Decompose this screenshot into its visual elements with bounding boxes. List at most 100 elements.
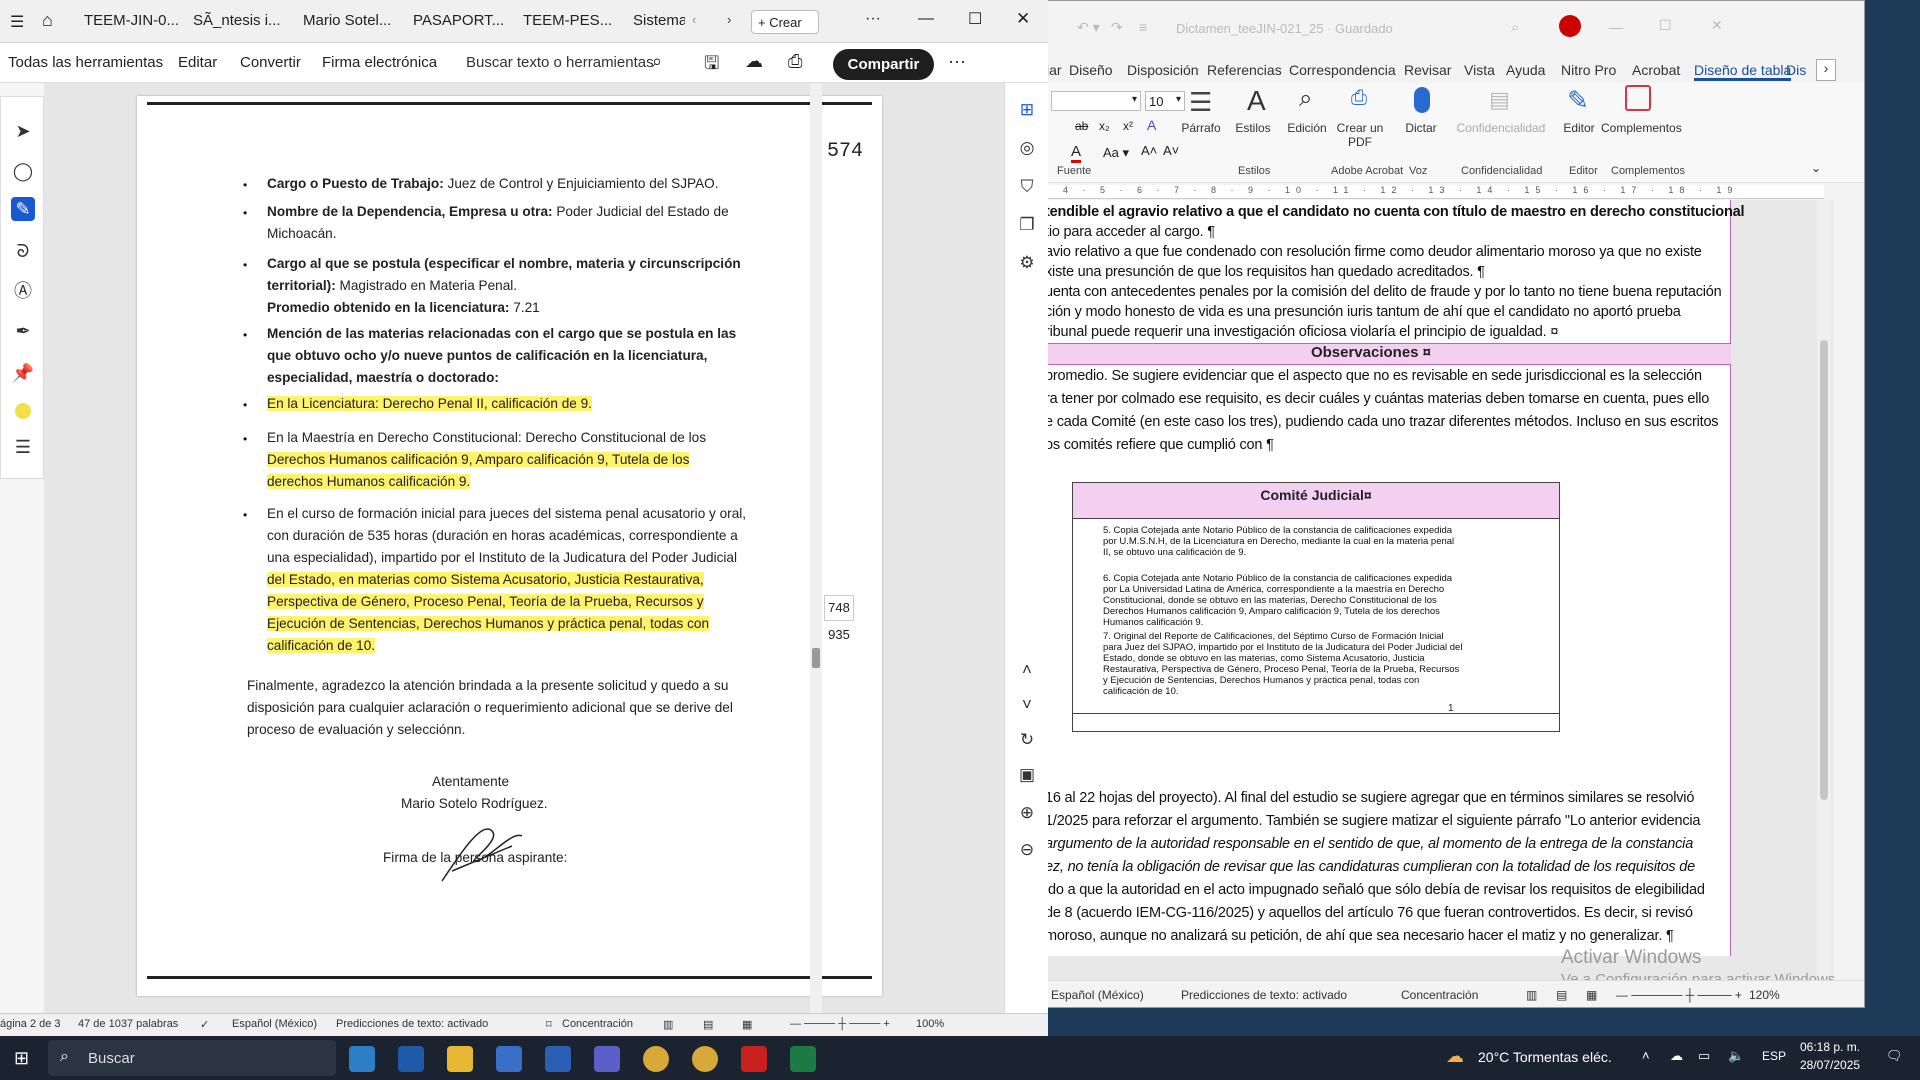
doc-tab[interactable]: TEEM-JIN-0...: [84, 12, 179, 29]
read-mode-icon[interactable]: ▥: [1526, 988, 1537, 1002]
weather-icon[interactable]: ☁: [1446, 1046, 1464, 1067]
word-avatar[interactable]: [1559, 15, 1581, 37]
clock-time[interactable]: 06:18 p. m.: [1800, 1040, 1860, 1054]
pin-icon[interactable]: 📌: [11, 361, 35, 385]
horizontal-ruler[interactable]: 4 · 5 · 6 · 7 · 8 · 9 · 10 · 11 · 12 · 1…: [1011, 185, 1824, 199]
network-icon[interactable]: ▭: [1698, 1048, 1710, 1064]
language-status[interactable]: Español (México): [232, 1018, 317, 1030]
upload-cloud-icon[interactable]: ☁: [745, 51, 763, 72]
word-tab[interactable]: Revisar: [1404, 62, 1451, 78]
search-edit-icon[interactable]: ⌕: [1299, 85, 1312, 113]
teams-icon[interactable]: [594, 1046, 620, 1072]
more-tabs-icon[interactable]: ···: [865, 10, 881, 28]
zoom-out-icon[interactable]: ⊖: [1015, 838, 1039, 862]
draw-freehand-icon[interactable]: ᘐ: [11, 239, 35, 263]
print-layout-icon[interactable]: ▤: [1556, 988, 1567, 1002]
word-close-icon[interactable]: ✕: [1711, 17, 1723, 34]
outlook-icon[interactable]: [398, 1046, 424, 1072]
word-tab[interactable]: Nitro Pro: [1561, 62, 1616, 78]
rotate-icon[interactable]: ↻: [1015, 728, 1039, 752]
page-fit-icon[interactable]: ▣: [1015, 763, 1039, 787]
word-minimize-icon[interactable]: —: [1609, 19, 1623, 35]
highlight-pen-icon[interactable]: ✎: [11, 197, 35, 221]
styles-icon[interactable]: A: [1247, 85, 1266, 117]
editor-button[interactable]: Editor: [1557, 121, 1601, 135]
addins-button[interactable]: Complementos: [1601, 121, 1682, 135]
print-icon[interactable]: ⎙: [788, 51, 802, 72]
doc-tab[interactable]: Mario Sotel...: [303, 12, 391, 29]
ribbon-scroll-right-icon[interactable]: ›: [1816, 59, 1836, 81]
menu-icon[interactable]: ☰: [10, 12, 24, 32]
save-icon[interactable]: 🖫: [704, 51, 719, 81]
focus-icon[interactable]: ⌑: [546, 1018, 552, 1031]
word-tab-diseno-tabla[interactable]: Diseño de tabla: [1694, 62, 1792, 81]
pdf-scrollbar[interactable]: [810, 83, 822, 1013]
comment-icon[interactable]: ◯: [11, 159, 35, 183]
clock-date[interactable]: 28/07/2025: [1800, 1058, 1860, 1072]
word-scroll-thumb[interactable]: [1820, 340, 1828, 800]
collapse-ribbon-icon[interactable]: ⌄: [1811, 161, 1821, 175]
shrink-font-icon[interactable]: A˅: [1163, 143, 1179, 158]
word-tab[interactable]: iar: [1046, 62, 1062, 78]
store-icon[interactable]: [496, 1046, 522, 1072]
line-weight-icon[interactable]: ☰: [11, 435, 35, 459]
font-name-select[interactable]: ▾: [1051, 91, 1141, 111]
search-tools-input[interactable]: Buscar texto o herramientas: [466, 54, 654, 71]
zoom-in-icon[interactable]: ⊕: [1015, 801, 1039, 825]
zoom-slider[interactable]: — ──── ┼ ──── +: [790, 1018, 890, 1030]
page-up-icon[interactable]: ˄: [1015, 658, 1039, 682]
organize-pages-icon[interactable]: ⊞: [1015, 98, 1039, 122]
minimize-icon[interactable]: —: [918, 10, 934, 28]
doc-tab[interactable]: SÃ_ntesis i...: [193, 12, 281, 29]
chrome-profile-icon[interactable]: [692, 1046, 718, 1072]
create-pdf-icon[interactable]: ⎙: [1351, 87, 1367, 110]
web-layout-icon[interactable]: ▦: [1586, 988, 1597, 1002]
zoom-status[interactable]: 100%: [916, 1018, 944, 1030]
font-color-icon[interactable]: A: [1071, 143, 1082, 163]
onedrive-icon[interactable]: ☁: [1670, 1048, 1683, 1064]
more-options-icon[interactable]: ···: [948, 51, 966, 72]
zoom-slider[interactable]: — ────── ┼ ──── +: [1616, 988, 1742, 1002]
word-scrollbar[interactable]: [1817, 200, 1831, 980]
strikethrough-icon[interactable]: ab: [1075, 119, 1088, 133]
maximize-icon[interactable]: ☐: [968, 9, 982, 29]
doc-tab[interactable]: TEEM-PES...: [523, 12, 612, 29]
notifications-icon[interactable]: 🗨: [1886, 1048, 1903, 1064]
all-tools-button[interactable]: Todas las herramientas: [8, 54, 163, 71]
word-focus-mode[interactable]: Concentración: [1401, 988, 1478, 1002]
read-mode-icon[interactable]: ▥: [663, 1018, 673, 1031]
input-language[interactable]: ESP: [1762, 1049, 1786, 1063]
editor-icon[interactable]: ✎: [1567, 85, 1589, 116]
dictate-icon[interactable]: [1414, 87, 1430, 113]
create-button[interactable]: + Crear: [751, 10, 819, 34]
styles-button[interactable]: Estilos: [1231, 121, 1275, 135]
word-qat-icon[interactable]: ≡: [1139, 19, 1147, 35]
clear-format-icon[interactable]: A: [1147, 117, 1156, 133]
word-zoom-level[interactable]: 120%: [1749, 988, 1780, 1002]
file-explorer-icon[interactable]: [447, 1046, 473, 1072]
word-redo-icon[interactable]: ↷: [1111, 19, 1123, 36]
web-layout-icon[interactable]: ▦: [742, 1018, 752, 1031]
windows-start-icon[interactable]: ⊞: [14, 1048, 29, 1069]
taskbar-search[interactable]: ⌕ Buscar: [48, 1040, 336, 1076]
esign-button[interactable]: Firma electrónica: [322, 54, 437, 71]
paragraph-button[interactable]: Párrafo: [1181, 121, 1221, 135]
convert-button[interactable]: Convertir: [240, 54, 301, 71]
page-number-input[interactable]: 748: [824, 595, 854, 621]
focus-status[interactable]: Concentración: [562, 1018, 633, 1030]
close-icon[interactable]: ✕: [1016, 9, 1030, 29]
pdf-viewer[interactable]: 574 • Cargo o Puesto de Trabajo: Juez de…: [44, 83, 1004, 1013]
doc-tab[interactable]: Sistema: [633, 12, 685, 29]
superscript-icon[interactable]: x²: [1123, 119, 1133, 133]
color-circle-icon[interactable]: [11, 399, 35, 423]
proofing-icon[interactable]: ✓: [200, 1018, 209, 1031]
dictate-button[interactable]: Dictar: [1399, 121, 1443, 135]
sign-icon[interactable]: ✒: [11, 319, 35, 343]
word-tab[interactable]: Disposición: [1127, 62, 1199, 78]
word-tab[interactable]: Vista: [1464, 62, 1495, 78]
font-size-select[interactable]: 10 ▾: [1145, 91, 1185, 111]
word-predictions[interactable]: Predicciones de texto: activado: [1181, 988, 1347, 1002]
share-button[interactable]: Compartir: [833, 49, 934, 80]
tab-scroll-right-icon[interactable]: ›: [727, 12, 731, 27]
create-pdf-button[interactable]: Crear un PDF: [1335, 121, 1385, 149]
